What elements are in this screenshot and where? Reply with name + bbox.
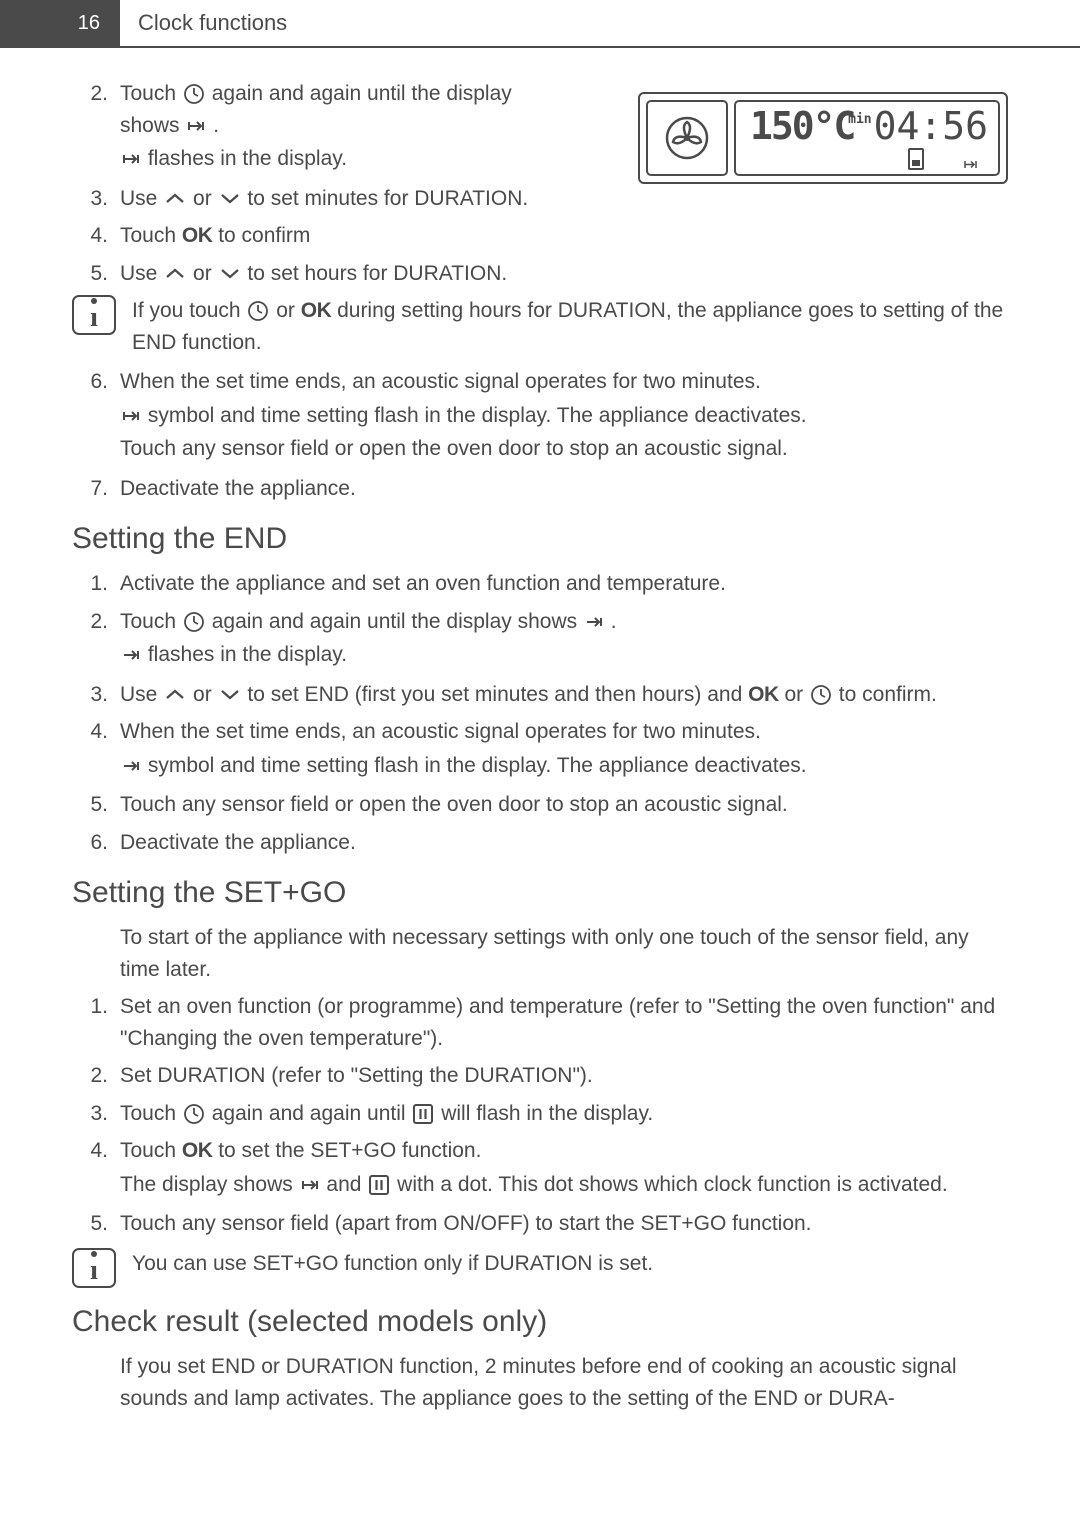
page-number: 16 (0, 0, 120, 46)
end-icon (122, 760, 140, 772)
step-number: 5. (72, 1208, 120, 1240)
step-text: Set an oven function (or programme) and … (120, 991, 1008, 1054)
info-icon: ı (72, 1248, 116, 1288)
clock-icon (248, 301, 268, 321)
step-text: Use or to set END (first you set minutes… (120, 679, 1008, 711)
up-caret-icon (165, 193, 185, 205)
duration-icon (187, 120, 205, 132)
step-text: Set DURATION (refer to "Setting the DURA… (120, 1060, 1008, 1092)
step-text: Deactivate the appliance. (120, 827, 1008, 859)
display-fan-panel (646, 100, 728, 176)
step-text: Touch again and again until will flash i… (120, 1098, 1008, 1130)
info-text: If you touch or OK during setting hours … (72, 295, 1008, 358)
step-number: 2. (72, 606, 120, 673)
step-text: Deactivate the appliance. (120, 473, 1008, 505)
fan-icon (665, 116, 709, 160)
step-number: 3. (72, 183, 120, 215)
duration-icon (122, 153, 140, 165)
section-heading: Setting the SET+GO (72, 876, 1008, 910)
duration-icon (301, 1179, 319, 1191)
step-number: 4. (72, 1135, 120, 1202)
clock-icon (184, 84, 204, 104)
step-text: Use or to set minutes for DURATION. (120, 183, 550, 215)
clock-icon (184, 1104, 204, 1124)
oven-display-illustration: 150°C min04:56 (638, 92, 1008, 184)
level-icon (908, 148, 924, 170)
step-number: 1. (72, 568, 120, 600)
step-number: 1. (72, 991, 120, 1054)
step-text: When the set time ends, an acoustic sign… (120, 716, 1008, 783)
header-title: Clock functions (120, 0, 287, 46)
down-caret-icon (220, 689, 240, 701)
step-number: 6. (72, 827, 120, 859)
intro-text: To start of the appliance with necessary… (72, 922, 1008, 985)
display-info-panel: 150°C min04:56 (734, 100, 1000, 176)
step-number: 2. (72, 1060, 120, 1092)
end-icon (585, 616, 603, 628)
step-text: Touch any sensor field or open the oven … (120, 789, 1008, 821)
display-time: min04:56 (848, 104, 988, 148)
clock-icon (811, 685, 831, 705)
down-caret-icon (220, 268, 240, 280)
info-text: You can use SET+GO function only if DURA… (72, 1248, 653, 1280)
page-header: 16 Clock functions (0, 0, 1080, 48)
end-icon (122, 649, 140, 661)
step-number: 4. (72, 220, 120, 252)
pause-box-icon (369, 1175, 389, 1195)
body-text: If you set END or DURATION function, 2 m… (72, 1351, 1008, 1414)
step-text: Activate the appliance and set an oven f… (120, 568, 1008, 600)
step-text: Touch again and again until the display … (120, 78, 550, 177)
step-number: 5. (72, 258, 120, 290)
info-icon: ı (72, 295, 116, 335)
step-number: 2. (72, 78, 120, 177)
step-text: Touch OK to set the SET+GO function. The… (120, 1135, 1008, 1202)
step-text: When the set time ends, an acoustic sign… (120, 366, 1008, 467)
down-caret-icon (220, 193, 240, 205)
step-text: Use or to set hours for DURATION. (120, 258, 1008, 290)
step-number: 7. (72, 473, 120, 505)
pause-box-icon (413, 1104, 433, 1124)
step-number: 6. (72, 366, 120, 467)
step-text: Touch OK to confirm (120, 220, 1008, 252)
up-caret-icon (165, 268, 185, 280)
clock-icon (184, 612, 204, 632)
section-heading: Check result (selected models only) (72, 1305, 1008, 1339)
step-number: 5. (72, 789, 120, 821)
section-heading: Setting the END (72, 522, 1008, 556)
duration-icon (964, 160, 978, 170)
step-number: 4. (72, 716, 120, 783)
step-text: Touch again and again until the display … (120, 606, 1008, 673)
step-number: 3. (72, 1098, 120, 1130)
step-number: 3. (72, 679, 120, 711)
step-text: Touch any sensor field (apart from ON/OF… (120, 1208, 1008, 1240)
duration-icon (122, 410, 140, 422)
up-caret-icon (165, 689, 185, 701)
display-temperature: 150°C (750, 104, 854, 148)
